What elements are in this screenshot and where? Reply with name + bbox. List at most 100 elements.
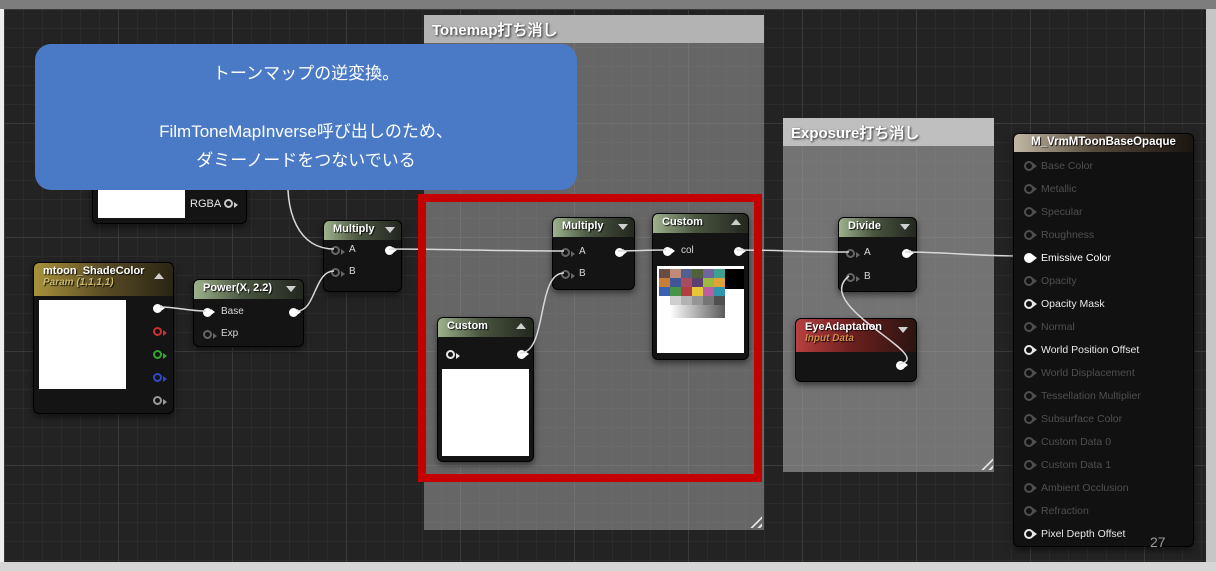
node-eye-adaptation[interactable]: EyeAdaptation Input Data [795, 318, 917, 382]
multiply1-output-pin[interactable] [385, 246, 394, 255]
material-pin-metallic[interactable]: Metallic [1024, 182, 1189, 196]
divide-b-pin[interactable] [846, 273, 855, 282]
pin-icon[interactable] [1024, 161, 1034, 171]
collapse-arrow-icon[interactable] [154, 273, 164, 279]
comment-tonemap-header[interactable]: Tonemap打ち消し [424, 15, 764, 43]
mtoon-output-pin-3[interactable] [153, 373, 162, 382]
pin-label: Base Color [1041, 160, 1093, 173]
comment-exposure-body[interactable] [783, 146, 994, 472]
pin-label: Pixel Depth Offset [1041, 528, 1125, 541]
material-pin-ambient-occlusion[interactable]: Ambient Occlusion [1024, 481, 1189, 495]
collapse-arrow-icon[interactable] [286, 286, 296, 292]
material-pin-custom-data-1[interactable]: Custom Data 1 [1024, 458, 1189, 472]
pin-label: Tessellation Multiplier [1041, 390, 1141, 403]
pin-icon[interactable] [1024, 207, 1034, 217]
pin-icon[interactable] [1024, 437, 1034, 447]
material-node-header[interactable]: M_VrmMToonBaseOpaque [1014, 134, 1193, 152]
material-pin-opacity-mask[interactable]: Opacity Mask [1024, 297, 1189, 311]
pin-label: Ambient Occlusion [1041, 482, 1129, 495]
material-pin-base-color[interactable]: Base Color [1024, 159, 1189, 173]
material-pin-world-position-offset[interactable]: World Position Offset [1024, 343, 1189, 357]
pin-icon[interactable] [1024, 391, 1034, 401]
divide-a-pin[interactable] [846, 249, 855, 258]
pin-icon[interactable] [1024, 414, 1034, 424]
pin-label: World Position Offset [1041, 344, 1139, 357]
pin-label: Specular [1041, 206, 1082, 219]
material-pin-roughness[interactable]: Roughness [1024, 228, 1189, 242]
pin-label: Metallic [1041, 183, 1077, 196]
node-title: Power(X, 2.2) [203, 282, 272, 294]
pin-icon[interactable] [1024, 529, 1034, 539]
pin-icon[interactable] [1024, 345, 1034, 355]
material-pin-normal[interactable]: Normal [1024, 320, 1189, 334]
eye-output-pin[interactable] [896, 361, 905, 370]
pin-icon[interactable] [1024, 184, 1034, 194]
node-eye-header[interactable]: EyeAdaptation Input Data [796, 319, 916, 352]
material-pin-opacity[interactable]: Opacity [1024, 274, 1189, 288]
divide-output-pin[interactable] [902, 249, 911, 258]
node-power[interactable]: Power(X, 2.2) Base Exp [193, 279, 304, 347]
node-texture-sample[interactable]: RGBA [92, 184, 247, 224]
multiply1-b-pin[interactable] [331, 268, 340, 277]
callout-bubble: トーンマップの逆変換。 FilmToneMapInverse呼び出しのため、ダミ… [35, 44, 577, 190]
node-power-header[interactable]: Power(X, 2.2) [194, 280, 303, 299]
node-subtitle: Input Data [805, 333, 916, 344]
multiply1-a-pin[interactable] [331, 246, 340, 255]
pin-label: World Displacement [1041, 367, 1135, 380]
material-pin-tessellation-multiplier[interactable]: Tessellation Multiplier [1024, 389, 1189, 403]
mtoon-output-pin-4[interactable] [153, 396, 162, 405]
material-pin-emissive-color[interactable]: Emissive Color [1024, 251, 1189, 265]
node-multiply-1[interactable]: Multiply A B [323, 220, 402, 292]
pin-icon[interactable] [1024, 483, 1034, 493]
material-pin-custom-data-0[interactable]: Custom Data 0 [1024, 435, 1189, 449]
multiply1-a-label: A [349, 244, 356, 255]
collapse-arrow-icon[interactable] [385, 227, 395, 233]
pin-icon[interactable] [1024, 299, 1034, 309]
material-pin-subsurface-color[interactable]: Subsurface Color [1024, 412, 1189, 426]
rgba-output-pin[interactable] [224, 199, 233, 208]
callout-line: トーンマップの逆変換。 [35, 59, 577, 88]
pin-icon[interactable] [1024, 276, 1034, 286]
comment-exposure-header[interactable]: Exposure打ち消し [783, 118, 994, 146]
node-mtoon-header[interactable]: mtoon_ShadeColor Param (1,1,1,1) [34, 263, 173, 296]
mtoon-output-pin-1[interactable] [153, 327, 162, 336]
pin-icon[interactable] [1024, 506, 1034, 516]
material-pin-refraction[interactable]: Refraction [1024, 504, 1189, 518]
mtoon-output-pin-0[interactable] [153, 304, 162, 313]
pin-icon[interactable] [1024, 368, 1034, 378]
material-pin-specular[interactable]: Specular [1024, 205, 1189, 219]
pin-icon[interactable] [1024, 230, 1034, 240]
node-divide-header[interactable]: Divide [839, 218, 916, 237]
callout-line [35, 88, 577, 117]
pin-label: Opacity [1041, 275, 1077, 288]
pin-icon[interactable] [1024, 322, 1034, 332]
collapse-arrow-icon[interactable] [898, 327, 908, 333]
power-base-label: Base [221, 306, 244, 317]
mtoon-output-pin-2[interactable] [153, 350, 162, 359]
param-color-preview [39, 300, 126, 389]
multiply1-b-label: B [349, 266, 356, 277]
page-number: 27 [1150, 534, 1166, 550]
slide: Tonemap打ち消し Exposure打ち消し RGBA mtoon_Shad… [0, 0, 1216, 571]
material-pin-world-displacement[interactable]: World Displacement [1024, 366, 1189, 380]
rgba-pin-label: RGBA [190, 198, 221, 210]
pin-label: Refraction [1041, 505, 1089, 518]
pin-icon[interactable] [1024, 460, 1034, 470]
node-mtoon-shadecolor[interactable]: mtoon_ShadeColor Param (1,1,1,1) [33, 262, 174, 414]
node-multiply1-header[interactable]: Multiply [324, 221, 401, 240]
power-exp-pin[interactable] [203, 330, 212, 339]
divide-a-label: A [864, 247, 871, 258]
callout-line: ダミーノードをつないでいる [35, 146, 577, 175]
pin-label: Custom Data 1 [1041, 459, 1111, 472]
divide-b-label: B [864, 271, 871, 282]
pin-label: Subsurface Color [1041, 413, 1122, 426]
node-material-result[interactable]: M_VrmMToonBaseOpaque Base Color Metallic S… [1013, 133, 1194, 547]
power-output-pin[interactable] [289, 308, 298, 317]
slide-bottom-border [0, 562, 1216, 571]
collapse-arrow-icon[interactable] [900, 224, 910, 230]
pin-label: Roughness [1041, 229, 1094, 242]
power-base-pin[interactable] [203, 308, 212, 317]
node-title: Divide [848, 220, 881, 232]
node-divide[interactable]: Divide A B [838, 217, 917, 292]
pin-icon[interactable] [1024, 253, 1034, 263]
